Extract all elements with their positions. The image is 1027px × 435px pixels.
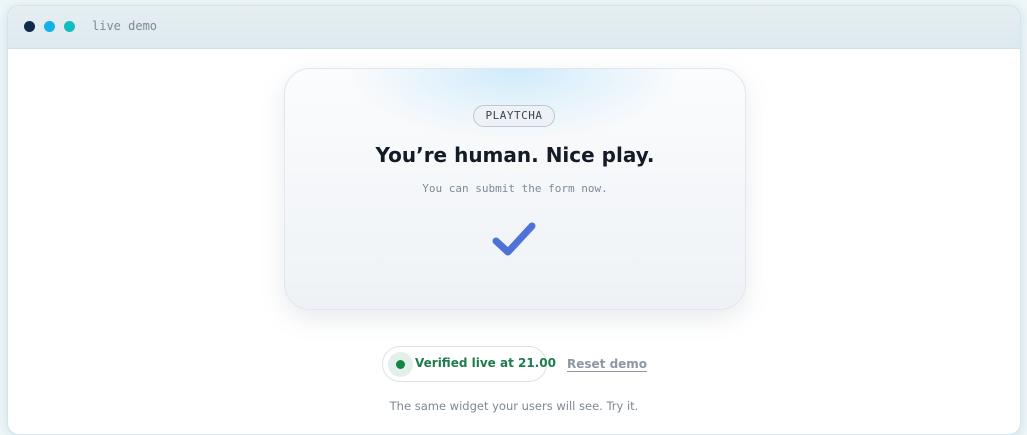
success-headline: You’re human. Nice play.: [375, 143, 655, 167]
window-dot-dark: [24, 21, 35, 32]
window-titlebar: live demo: [8, 6, 1020, 49]
window-dot-teal: [64, 21, 75, 32]
brand-badge: PLAYTCHA: [473, 105, 555, 127]
checkmark-icon: [492, 222, 536, 256]
status-dot-halo: [388, 352, 413, 377]
verification-status-badge: Verified live at 21.00: [382, 346, 556, 382]
demo-content: PLAYTCHA You’re human. Nice play. You ca…: [8, 49, 1020, 434]
window-title: live demo: [92, 19, 158, 33]
success-subtext: You can submit the form now.: [422, 182, 608, 195]
window-dot-blue: [44, 21, 55, 32]
demo-window: live demo PLAYTCHA You’re human. Nice pl…: [7, 5, 1021, 435]
status-dot-icon: [396, 360, 405, 369]
verification-status-text: Verified live at 21.00: [415, 356, 556, 370]
captcha-card: PLAYTCHA You’re human. Nice play. You ca…: [284, 68, 746, 310]
footnote-text: The same widget your users will see. Try…: [389, 399, 639, 413]
reset-demo-link[interactable]: Reset demo: [567, 357, 647, 371]
